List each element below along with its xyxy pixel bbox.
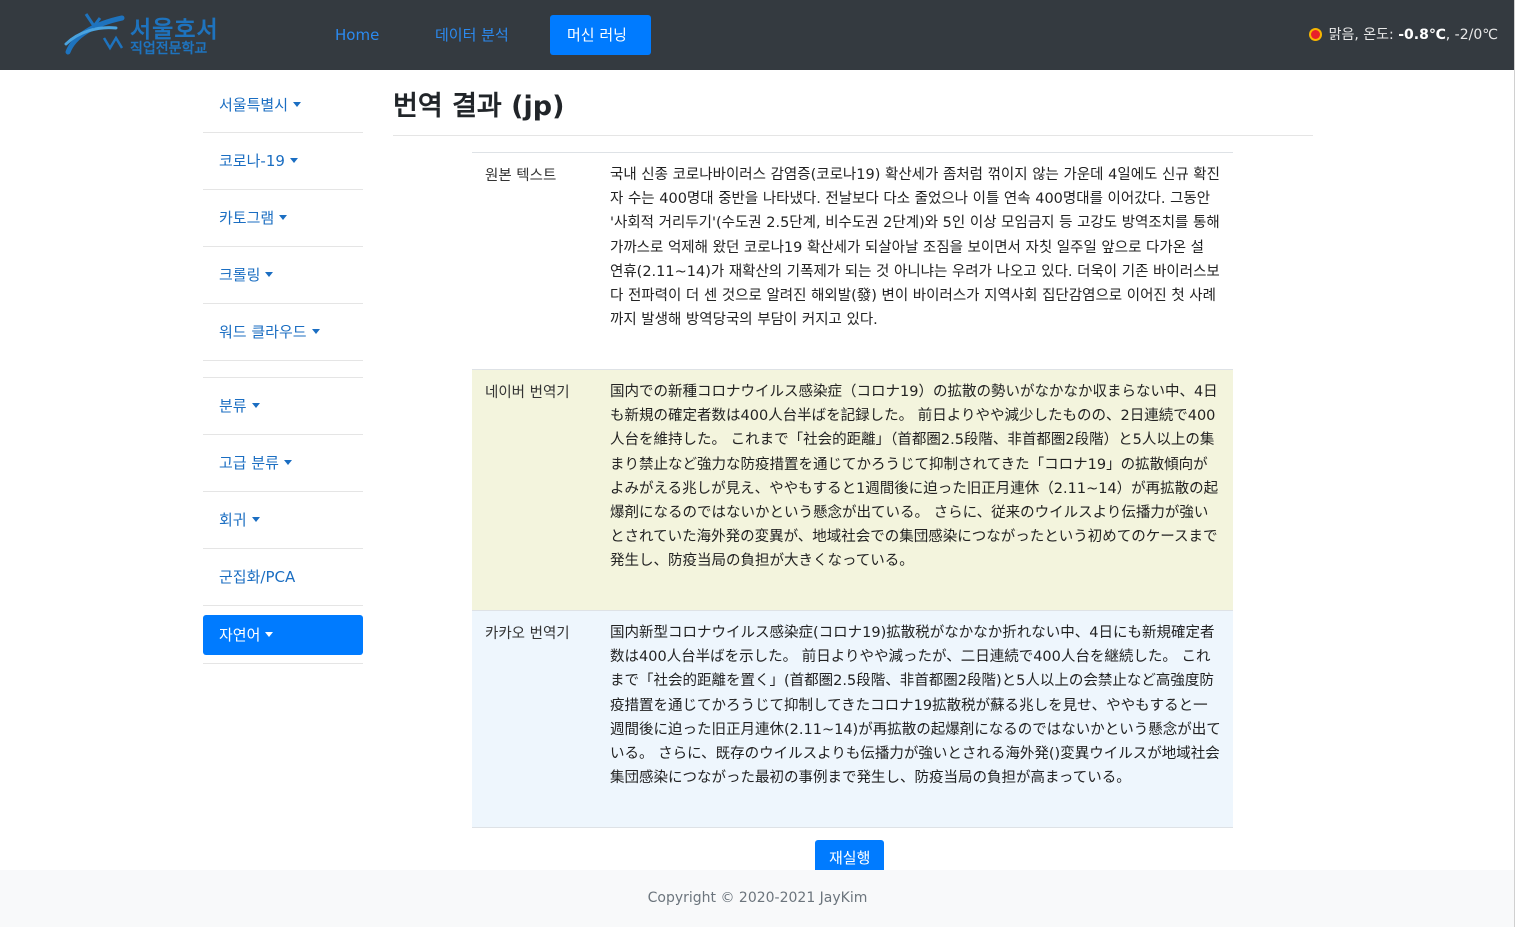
- caret-down-icon: [251, 517, 260, 522]
- sidebar-item-label: 워드 클라우드: [219, 323, 307, 341]
- sidebar-divider: [203, 655, 363, 664]
- page-title: 번역 결과 (jp): [393, 91, 565, 122]
- sun-icon: [1310, 29, 1320, 39]
- sidebar-item-label: 군집화/PCA: [219, 568, 296, 586]
- row-label: 원본 텍스트: [485, 168, 557, 184]
- caret-down-icon: [265, 272, 274, 277]
- weather-prefix: 맑음, 온도:: [1328, 27, 1399, 43]
- sidebar-item-cartogram[interactable]: 카토그램: [203, 190, 363, 247]
- sidebar-item-advanced-classification[interactable]: 고급 분류: [203, 435, 363, 492]
- nav-home[interactable]: Home: [318, 15, 396, 55]
- caret-down-icon: [289, 158, 298, 163]
- caret-down-icon: [283, 460, 292, 465]
- sidebar: 서울특별시 코로나-19 카토그램 크롤링 워드 클라우드 분류 고급 분류 회…: [203, 77, 363, 664]
- nav-data-analysis[interactable]: 데이터 분석: [418, 15, 526, 55]
- caret-down-icon: [293, 102, 302, 107]
- weather-range: , -2/0℃: [1445, 27, 1498, 43]
- sidebar-item-regression[interactable]: 회귀: [203, 492, 363, 549]
- copyright-text: Copyright © 2020-2021 JayKim: [647, 890, 868, 906]
- logo-swoosh-icon: [64, 13, 125, 55]
- sidebar-item-label: 고급 분류: [219, 454, 279, 472]
- sidebar-divider: [203, 361, 363, 378]
- sidebar-item-label: 자연어: [219, 626, 261, 644]
- sidebar-item-label: 코로나-19: [219, 152, 285, 170]
- sidebar-item-label: 회귀: [219, 511, 247, 529]
- row-text: 국내 신종 코로나바이러스 감염증(코로나19) 확산세가 좀처럼 꺾이지 않는…: [610, 167, 1220, 329]
- sidebar-item-label: 분류: [219, 397, 247, 415]
- sidebar-item-covid[interactable]: 코로나-19: [203, 133, 363, 190]
- caret-down-icon: [279, 215, 288, 220]
- school-logo[interactable]: 서울호서 직업전문학교: [64, 8, 234, 60]
- sidebar-item-wordcloud[interactable]: 워드 클라우드: [203, 304, 363, 361]
- sidebar-item-label: 서울특별시: [219, 96, 289, 114]
- footer: Copyright © 2020-2021 JayKim: [0, 870, 1515, 927]
- top-navbar: 서울호서 직업전문학교 Home 데이터 분석 머신 러닝 맑음, 온도: -0…: [0, 0, 1515, 70]
- sidebar-item-clustering-pca[interactable]: 군집화/PCA: [203, 549, 363, 606]
- row-label: 네이버 번역기: [485, 385, 570, 401]
- table-row-original: 원본 텍스트 국내 신종 코로나바이러스 감염증(코로나19) 확산세가 좀처럼…: [472, 153, 1233, 370]
- caret-down-icon: [311, 329, 320, 334]
- translation-table: 원본 텍스트 국내 신종 코로나바이러스 감염증(코로나19) 확산세가 좀처럼…: [472, 152, 1233, 828]
- caret-down-icon: [265, 632, 274, 637]
- sidebar-item-label: 카토그램: [219, 209, 275, 227]
- row-label: 카카오 번역기: [485, 626, 570, 642]
- sidebar-item-classification[interactable]: 분류: [203, 378, 363, 435]
- weather-temp: -0.8℃: [1398, 27, 1446, 43]
- sidebar-item-nlp[interactable]: 자연어: [203, 615, 363, 655]
- brand-line2: 직업전문학교: [130, 41, 208, 57]
- table-row-kakao: 카카오 번역기 国内新型コロナウイルス感染症(コロナ19)拡散税がなかなか折れな…: [472, 611, 1233, 828]
- sidebar-item-label: 크롤링: [219, 266, 261, 284]
- caret-down-icon: [251, 403, 260, 408]
- row-text: 国内での新種コロナウイルス感染症（コロナ19）の拡散の勢いがなかなか収まらない中…: [610, 384, 1219, 570]
- sidebar-item-crawling[interactable]: 크롤링: [203, 247, 363, 304]
- sidebar-item-seoul[interactable]: 서울특별시: [203, 77, 363, 133]
- row-text: 国内新型コロナウイルス感染症(コロナ19)拡散税がなかなか折れない中、4日にも新…: [610, 625, 1221, 787]
- nav-machine-learning[interactable]: 머신 러닝: [550, 15, 651, 55]
- title-divider: [393, 135, 1313, 136]
- table-row-naver: 네이버 번역기 国内での新種コロナウイルス感染症（コロナ19）の拡散の勢いがなか…: [472, 370, 1233, 611]
- weather-widget: 맑음, 온도: -0.8℃, -2/0℃: [1310, 24, 1498, 44]
